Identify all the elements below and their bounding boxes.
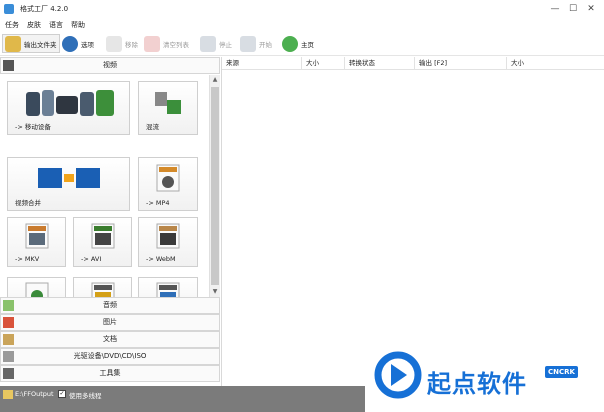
start-icon — [240, 35, 256, 52]
video-join-icon — [38, 168, 100, 188]
category-document-label: 文档 — [103, 335, 117, 343]
category-audio[interactable]: 音频 — [0, 297, 220, 314]
output-path[interactable]: E:\FFOutput — [15, 390, 54, 398]
watermark: 起点软件 CNCRK — [365, 344, 604, 412]
app-icon — [4, 4, 14, 14]
window-title: 格式工厂 4.2.0 — [20, 5, 69, 13]
scrollbar-thumb[interactable] — [211, 87, 219, 285]
scroll-up-icon[interactable]: ▲ — [210, 75, 220, 85]
tile-mux[interactable]: 混流 — [138, 81, 198, 135]
options-icon — [62, 35, 78, 52]
stop-label: 停止 — [219, 40, 232, 49]
category-audio-label: 音频 — [103, 301, 117, 309]
category-tools[interactable]: 工具集 — [0, 365, 220, 382]
cncrk-logo-icon — [374, 351, 422, 399]
mp4-file-icon — [156, 164, 180, 192]
column-status[interactable]: 转换状态 — [345, 57, 415, 70]
column-output-size[interactable]: 大小 — [507, 57, 604, 70]
tile-wmv[interactable] — [138, 277, 198, 297]
category-video-label: 视频 — [103, 61, 117, 69]
maximize-button[interactable]: ☐ — [566, 2, 580, 16]
column-source[interactable]: 来源 — [222, 57, 302, 70]
document-icon — [3, 334, 14, 345]
gif-file-icon — [91, 282, 115, 297]
tile-avi[interactable]: -> AVI — [73, 217, 132, 267]
category-document[interactable]: 文档 — [0, 331, 220, 348]
category-image-label: 图片 — [103, 318, 117, 326]
column-size[interactable]: 大小 — [302, 57, 345, 70]
tools-icon — [3, 368, 14, 379]
menu-task[interactable]: 任务 — [5, 20, 19, 30]
tile-mobile[interactable]: -> 移动设备 — [7, 81, 130, 135]
remove-icon — [106, 35, 122, 52]
folder-icon[interactable] — [3, 390, 13, 399]
close-button[interactable]: ✕ — [584, 2, 598, 16]
tile-mkv-label: -> MKV — [15, 255, 40, 263]
mkv-file-icon — [25, 223, 49, 249]
folder-icon — [5, 35, 21, 52]
tile-join-label: 视频合并 — [15, 199, 41, 207]
watermark-text: 起点软件 — [427, 370, 527, 398]
mux-icon — [155, 92, 181, 114]
tile-mux-label: 混流 — [146, 123, 159, 131]
video-file-icon — [25, 282, 49, 297]
tile-webm-label: -> WebM — [146, 255, 176, 263]
stop-button[interactable]: 停止 — [198, 34, 234, 53]
wmv-file-icon — [156, 282, 180, 297]
tile-join[interactable]: 视频合并 — [7, 157, 130, 211]
mobile-devices-icon — [26, 90, 114, 116]
tiles-scrollbar[interactable]: ▲ ▼ — [209, 75, 220, 297]
menu-help[interactable]: 帮助 — [71, 20, 85, 30]
start-label: 开始 — [259, 40, 272, 49]
image-icon — [3, 317, 14, 328]
stop-icon — [200, 35, 216, 52]
globe-icon — [282, 35, 298, 52]
options-button[interactable]: 选项 — [60, 34, 96, 53]
music-icon — [3, 300, 14, 311]
tile-mobile-label: -> 移动设备 — [15, 123, 51, 131]
task-list[interactable]: 来源 大小 转换状态 输出 [F2] 大小 — [221, 57, 604, 386]
tile-gif[interactable] — [73, 277, 132, 297]
start-button[interactable]: 开始 — [238, 34, 274, 53]
avi-file-icon — [91, 223, 115, 249]
category-disc[interactable]: 光驱设备\DVD\CD\ISO — [0, 348, 220, 365]
film-icon — [3, 60, 14, 71]
menu-bar: 任务 皮肤 语言 帮助 — [0, 18, 604, 31]
tile-mkv[interactable]: -> MKV — [7, 217, 66, 267]
function-panel: 视频 -> 移动设备 混流 视频合并 -> MP4 -> MKV -> AVI … — [0, 57, 220, 386]
watermark-badge: CNCRK — [545, 366, 578, 378]
clear-icon — [144, 35, 160, 52]
tile-mp4[interactable]: -> MP4 — [138, 157, 198, 211]
category-image[interactable]: 图片 — [0, 314, 220, 331]
multithread-label: 使用多线程 — [69, 392, 102, 400]
menu-language[interactable]: 语言 — [49, 20, 63, 30]
clear-list-button[interactable]: 清空列表 — [142, 34, 191, 53]
options-label: 选项 — [81, 40, 94, 49]
toolbar: 输出文件夹 选项 移除 清空列表 停止 开始 主页 — [0, 31, 604, 56]
video-tiles: -> 移动设备 混流 视频合并 -> MP4 -> MKV -> AVI -> … — [0, 75, 209, 297]
output-folder-label: 输出文件夹 — [24, 40, 57, 49]
tile-avi-label: -> AVI — [81, 255, 102, 263]
tile-video-format-1[interactable] — [7, 277, 66, 297]
clear-list-label: 清空列表 — [163, 40, 189, 49]
tile-webm[interactable]: -> WebM — [138, 217, 198, 267]
disc-icon — [3, 351, 14, 362]
webm-file-icon — [156, 223, 180, 249]
title-bar: 格式工厂 4.2.0 — ☐ ✕ — [0, 0, 604, 18]
scroll-down-icon[interactable]: ▼ — [210, 287, 220, 297]
column-output[interactable]: 输出 [F2] — [415, 57, 507, 70]
minimize-button[interactable]: — — [548, 2, 562, 16]
home-label: 主页 — [301, 40, 314, 49]
multithread-checkbox[interactable]: ✓ — [58, 390, 66, 398]
category-video[interactable]: 视频 — [0, 57, 220, 74]
remove-button[interactable]: 移除 — [104, 34, 140, 53]
tile-mp4-label: -> MP4 — [146, 199, 170, 207]
menu-skin[interactable]: 皮肤 — [27, 20, 41, 30]
category-tools-label: 工具集 — [99, 369, 121, 377]
remove-label: 移除 — [125, 40, 138, 49]
output-folder-button[interactable]: 输出文件夹 — [2, 34, 60, 53]
category-disc-label: 光驱设备\DVD\CD\ISO — [73, 352, 147, 360]
home-button[interactable]: 主页 — [280, 34, 316, 53]
